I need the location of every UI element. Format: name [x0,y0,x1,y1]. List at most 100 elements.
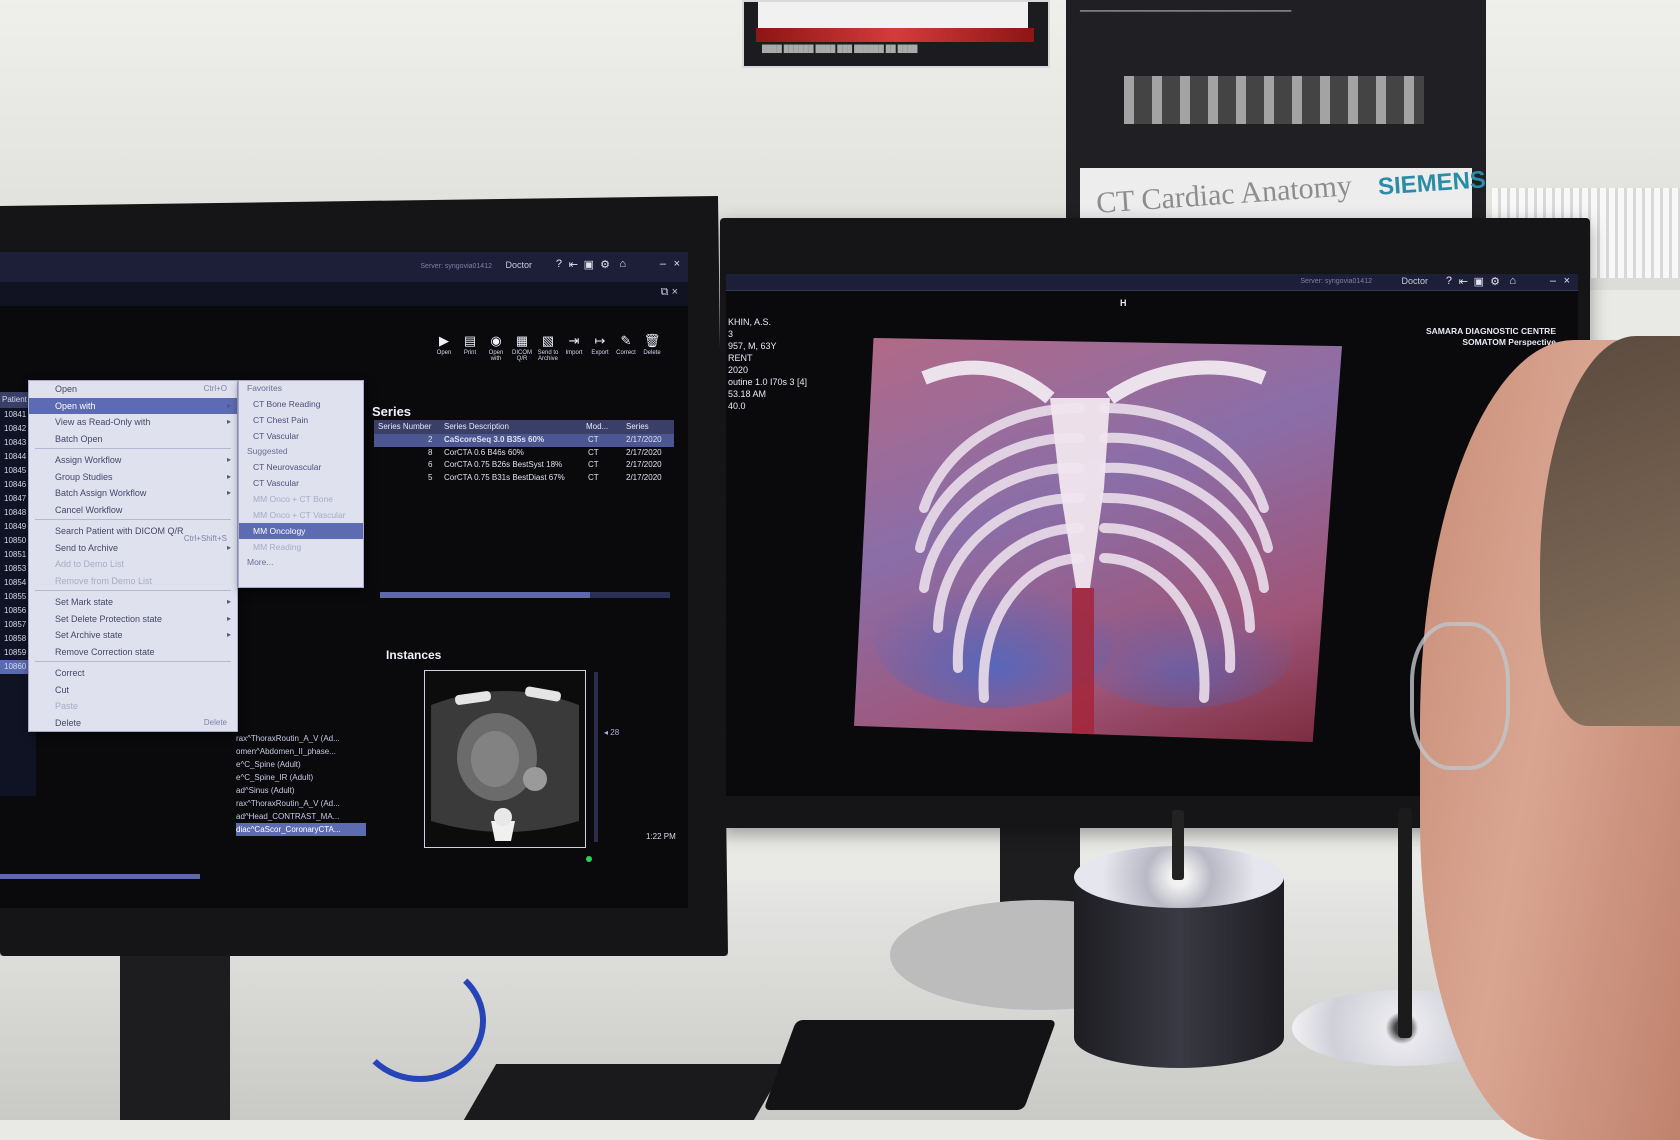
menu-item-paste[interactable]: Paste [29,698,237,715]
column-series-description[interactable]: Series Description [444,420,509,434]
submenu-item-mm-onco-ct-vascular[interactable]: MM Onco + CT Vascular [239,507,363,523]
study-row[interactable]: rax^ThoraxRoutin_A_V (Ad... [236,797,366,810]
delete-button[interactable]: 🗑 Delete [640,332,664,356]
server-label: Server: syngovia01412 [1300,278,1372,285]
submenu-group-suggested: Suggested [247,446,288,456]
menu-item-group-studies[interactable]: Group Studies ▸ [29,469,237,486]
menu-item-set-archive-state[interactable]: Set Archive state ▸ [29,627,237,644]
study-row[interactable]: omen^Abdomen_II_phase... [236,745,366,758]
wall-poster-cardiac: ━━━━━━━━━━━━━━━━━━━━━━━━━━━━━━━━━━━━━━━ … [1066,0,1487,222]
maximize-panel-icon[interactable]: ⧉ × [661,286,678,299]
menu-item-send-to-archive[interactable]: Send to Archive ▸ [29,540,237,557]
trash-icon: 🗑 [643,333,661,348]
ct-axial-image [425,671,585,847]
chevron-right-icon: ▸ [226,400,231,410]
menu-item-correct[interactable]: Correct [29,665,237,682]
import-button[interactable]: ⇥ Import [562,332,586,356]
chevron-right-icon: ▸ [226,471,231,481]
study-row[interactable]: ad^Head_CONTRAST_MA... [236,810,366,823]
menu-item-assign-workflow[interactable]: Assign Workflow ▸ [29,452,237,469]
correct-icon: ✎ [620,333,632,348]
menu-item-cut[interactable]: Cut [29,682,237,699]
menu-item-batch-open[interactable]: Batch Open [29,431,237,448]
dicom-qr-button[interactable]: ▦ DICOM Q/R [510,332,534,362]
series-row[interactable]: 5 CorCTA 0.75 B31s BestDiast 67% CT 2/17… [374,472,674,485]
menu-item-set-delete-protection[interactable]: Set Delete Protection state ▸ [29,611,237,628]
submenu-item-ct-bone-reading[interactable]: CT Bone Reading [239,396,363,412]
menu-item-open[interactable]: Open Ctrl+O [29,381,237,398]
correct-button[interactable]: ✎ Correct [614,332,638,356]
context-menu: Open Ctrl+O Open with ▸ View as Read-Only … [28,380,238,732]
site-name: SAMARA DIAGNOSTIC CENTRE [1425,326,1556,336]
panel-bar: ⧉ × [0,282,688,306]
instances-panel-title: Instances [386,648,442,662]
gear-icon[interactable]: ⚙ [1490,275,1500,288]
gear-icon[interactable]: ⚙ [600,258,610,271]
study-row[interactable]: rax^ThoraxRoutin_A_V (Ad... [236,732,366,745]
submenu-item-mm-onco-ct-bone[interactable]: MM Onco + CT Bone [239,491,363,507]
column-modality[interactable]: Mod... [586,420,608,434]
wall-poster-small: ████ ██████ ████ ███ ██████ ██ ████ [742,0,1050,68]
menu-item-remove-correction[interactable]: Remove Correction state [29,644,237,661]
series-row[interactable]: 6 CorCTA 0.75 B26s BestSyst 18% CT 2/17/… [374,459,674,472]
series-row[interactable]: 8 CorCTA 0.6 B46s 60% CT 2/17/2020 [374,447,674,460]
minimize-icon[interactable]: – [1550,275,1556,287]
menu-item-open-with[interactable]: Open with ▸ [29,397,237,414]
column-series-number[interactable]: Series Number [378,420,431,434]
import-icon: ⇥ [568,333,580,348]
power-led [586,856,592,862]
open-with-icon: ◉ [490,333,502,348]
left-screen: Server: syngovia01412 Doctor ? ⇤ ▣ ⚙ ⌂ –… [0,252,688,908]
menu-item-set-mark-state[interactable]: Set Mark state ▸ [29,594,237,611]
close-icon[interactable]: × [1564,275,1570,287]
volume-rendering-viewport[interactable] [854,338,1342,742]
monitor-icon[interactable]: ▣ [584,258,594,271]
submenu-item-ct-vascular-suggested[interactable]: CT Vascular [239,475,363,491]
menu-item-delete[interactable]: Delete Delete [29,715,237,732]
submenu-item-mm-oncology[interactable]: MM Oncology [239,523,363,539]
monitor-icon[interactable]: ▣ [1474,275,1484,288]
study-row[interactable]: ad^Sinus (Adult) [236,784,366,797]
menu-item-view-read-only[interactable]: View as Read-Only with ▸ [29,414,237,431]
left-monitor-stand [120,950,230,1120]
study-row[interactable]: e^C_Spine_IR (Adult) [236,771,366,784]
external-drive [763,1020,1057,1110]
help-icon[interactable]: ? [1446,275,1452,287]
menu-item-cancel-workflow[interactable]: Cancel Workflow [29,502,237,519]
submenu-item-ct-chest-pain[interactable]: CT Chest Pain [239,412,363,428]
menu-item-add-to-demo[interactable]: Add to Demo List [29,556,237,573]
patient-info-line: 3 [728,329,734,339]
home-icon[interactable]: ⌂ [619,258,626,270]
menu-item-remove-from-demo[interactable]: Remove from Demo List [29,573,237,590]
open-with-button[interactable]: ◉ Open with [484,332,508,362]
layout-icon[interactable]: ⇤ [569,258,578,271]
submenu-item-ct-neurovascular[interactable]: CT Neurovascular [239,459,363,475]
submenu-item-mm-reading[interactable]: MM Reading [239,539,363,555]
menu-item-search-patient[interactable]: Search Patient with DICOM Q/R Ctrl+Shift+… [29,523,237,543]
bottom-scrollbar[interactable] [0,874,200,879]
print-button[interactable]: ▤ Print [458,332,482,356]
export-icon: ↦ [594,333,606,348]
scrollbar-thumb[interactable] [380,592,590,598]
server-label: Server: syngovia01412 [420,263,492,270]
menu-item-batch-assign-workflow[interactable]: Batch Assign Workflow ▸ [29,485,237,502]
minimize-icon[interactable]: – [660,258,666,270]
export-button[interactable]: ↦ Export [588,332,612,356]
series-table: Series Number Series Description Mod... … [374,420,674,484]
column-series-date[interactable]: Series [626,420,649,434]
close-icon[interactable]: × [674,258,680,270]
instance-slider[interactable] [594,672,598,842]
submenu-item-more[interactable]: More... [239,555,363,570]
ct-slice-thumbnail[interactable] [424,670,586,848]
series-row-selected[interactable]: 2 CaScoreSeq 3.0 B35s 60% CT 2/17/2020 [374,434,674,447]
submenu-item-ct-vascular[interactable]: CT Vascular [239,428,363,444]
study-row[interactable]: e^C_Spine (Adult) [236,758,366,771]
play-icon: ▶ [439,333,449,348]
series-scrollbar[interactable] [380,592,670,598]
layout-icon[interactable]: ⇤ [1459,275,1468,288]
open-button[interactable]: ▶ Open [432,332,456,356]
home-icon[interactable]: ⌂ [1509,275,1516,287]
study-row-selected[interactable]: diac^CaScor_CoronaryCTA... [236,823,366,836]
send-to-archive-button[interactable]: ▧ Send to Archive [536,332,560,362]
help-icon[interactable]: ? [556,258,562,270]
